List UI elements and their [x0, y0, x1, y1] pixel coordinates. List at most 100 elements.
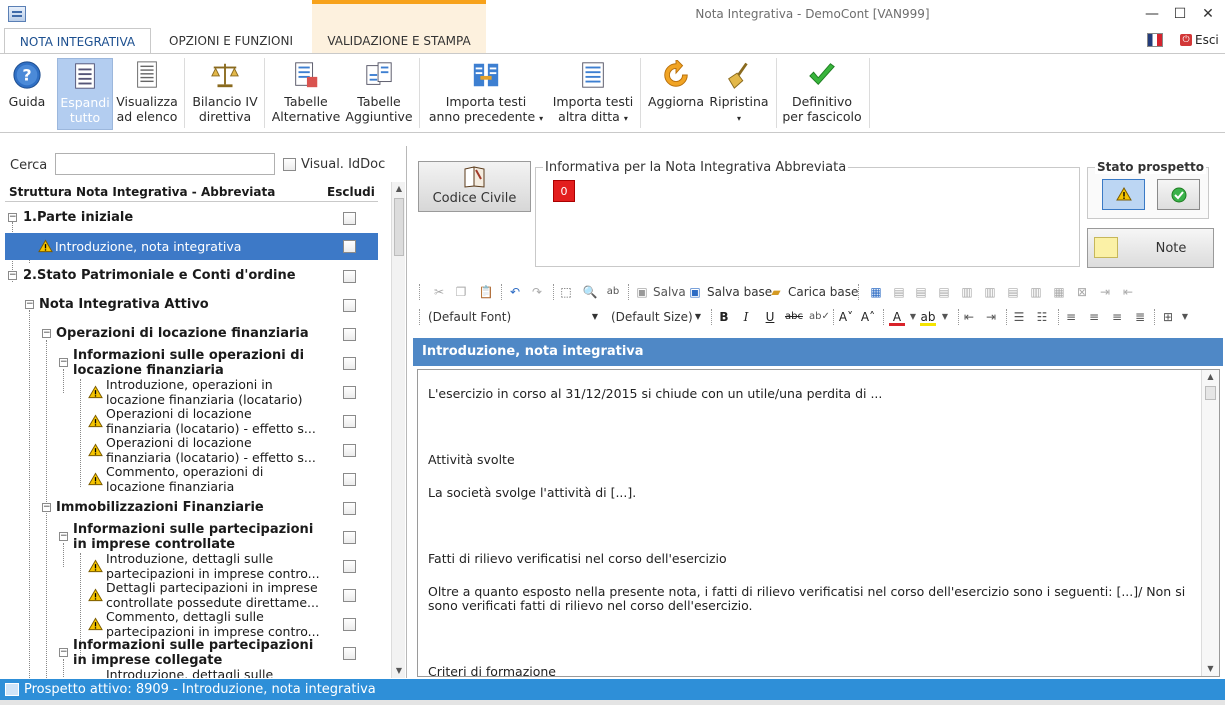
tab-nota-integrativa[interactable]: NOTA INTEGRATIVA [4, 28, 151, 54]
replace-icon[interactable]: ab [605, 284, 621, 300]
informativa-badge[interactable]: 0 [553, 180, 575, 202]
escludi-checkbox[interactable] [343, 328, 356, 341]
size-select[interactable]: (Default Size) ▼ [598, 307, 706, 327]
importa-anno-precedente-button[interactable]: Importa testi anno precedente ▾ [424, 58, 548, 130]
insert-row-below-icon[interactable]: ▤ [936, 284, 952, 300]
split-cells-icon[interactable]: ⇥ [1097, 284, 1113, 300]
align-left-icon[interactable]: ≡ [1063, 309, 1079, 325]
bold-icon[interactable]: B [716, 309, 732, 325]
tabelle-alternative-button[interactable]: Tabelle Alternative [270, 58, 342, 130]
font-color-icon[interactable]: A [889, 309, 905, 326]
editor-scrollbar[interactable]: ▲ ▼ [1201, 370, 1219, 676]
minimize-button[interactable]: — [1141, 4, 1163, 24]
justify-icon[interactable]: ≣ [1132, 309, 1148, 325]
table-props-icon[interactable]: ▤ [891, 284, 907, 300]
borders-icon[interactable]: ⊞ [1160, 309, 1176, 325]
collapse-icon[interactable]: − [8, 213, 17, 222]
stato-warning-button[interactable] [1102, 179, 1145, 210]
merge-cells-icon[interactable]: ▦ [1051, 284, 1067, 300]
search-input[interactable] [55, 153, 275, 175]
folder-open-icon[interactable]: ▰ [768, 284, 784, 300]
delete-row-icon[interactable]: ▤ [1005, 284, 1021, 300]
bullet-list-icon[interactable]: ☰ [1011, 309, 1027, 325]
select-all-icon[interactable]: ⬚ [558, 284, 574, 300]
shrink-font-icon[interactable]: A˅ [838, 309, 854, 325]
collapse-icon[interactable]: − [42, 329, 51, 338]
tree-node[interactable]: Commento, dettagli sulle partecipazioni … [5, 609, 378, 639]
tree-node[interactable]: Introduzione, operazioni in locazione fi… [5, 377, 378, 407]
delete-table-icon[interactable]: ⊠ [1074, 284, 1090, 300]
definitivo-fascicolo-button[interactable]: Definitivo per fascicolo [780, 58, 864, 130]
codice-civile-button[interactable]: Codice Civile [418, 161, 531, 212]
escludi-checkbox[interactable] [343, 560, 356, 573]
aggiorna-button[interactable]: Aggiorna [645, 58, 707, 130]
escludi-checkbox[interactable] [343, 531, 356, 544]
outdent-icon[interactable]: ⇤ [961, 309, 977, 325]
tree-node[interactable]: Introduzione, dettagli sulle partecipazi… [5, 551, 378, 581]
collapse-icon[interactable]: − [59, 648, 68, 657]
scroll-up-icon[interactable]: ▲ [392, 182, 406, 196]
collapse-icon[interactable]: − [59, 532, 68, 541]
rich-text-editor[interactable]: L'esercizio in corso al 31/12/2015 si ch… [417, 369, 1220, 677]
escludi-checkbox[interactable] [343, 618, 356, 631]
save-base-icon[interactable]: ▣ [687, 284, 703, 300]
scroll-thumb[interactable] [394, 198, 404, 256]
importa-altra-ditta-button[interactable]: Importa testi altra ditta ▾ [549, 58, 637, 130]
tree-node[interactable]: Commento, operazioni di locazione finanz… [5, 464, 378, 494]
cut-icon[interactable]: ✂ [431, 284, 447, 300]
stato-ok-button[interactable] [1157, 179, 1200, 210]
collapse-icon[interactable]: − [59, 358, 68, 367]
delete-col-icon[interactable]: ▥ [1028, 284, 1044, 300]
copy-icon[interactable]: ❐ [453, 284, 469, 300]
tree-node[interactable]: Dettagli partecipazioni in imprese contr… [5, 580, 378, 610]
tree-node[interactable]: − Immobilizzazioni Finanziarie [5, 493, 378, 522]
esci-button[interactable]: Esci [1195, 33, 1219, 47]
tree-node[interactable]: − Informazioni sulle partecipazioni in i… [5, 522, 378, 552]
language-flag-icon[interactable] [1147, 33, 1163, 47]
indent-icon[interactable]: ⇥ [983, 309, 999, 325]
tree-scrollbar[interactable]: ▲ ▼ [391, 182, 405, 678]
escludi-checkbox[interactable] [343, 386, 356, 399]
scroll-thumb[interactable] [1205, 386, 1216, 400]
tree-node[interactable]: − Operazioni di locazione finanziaria [5, 319, 378, 348]
ripristina-button[interactable]: Ripristina ▾ [708, 58, 770, 130]
chevron-down-icon[interactable]: ▼ [937, 309, 953, 325]
tree-node[interactable]: Operazioni di locazione finanziaria (loc… [5, 406, 378, 436]
escludi-checkbox[interactable] [343, 473, 356, 486]
escludi-checkbox[interactable] [343, 589, 356, 602]
maximize-button[interactable]: ☐ [1169, 4, 1191, 24]
escludi-checkbox[interactable] [343, 240, 356, 253]
align-center-icon[interactable]: ≡ [1086, 309, 1102, 325]
insert-table-icon[interactable]: ▦ [868, 284, 884, 300]
collapse-icon[interactable]: − [25, 300, 34, 309]
tree-node[interactable]: − Nota Integrativa Attivo [5, 290, 378, 319]
tree-node[interactable]: − Informazioni sulle operazioni di locaz… [5, 348, 378, 378]
tab-validazione-stampa[interactable]: VALIDAZIONE E STAMPA [312, 28, 486, 54]
salva-button[interactable]: Salva [653, 283, 686, 301]
spellcheck-icon[interactable]: ab✓ [809, 309, 830, 325]
power-icon[interactable]: ⏻ [1180, 34, 1192, 46]
escludi-checkbox[interactable] [343, 415, 356, 428]
tree-node[interactable]: Introduzione, nota integrativa [5, 233, 378, 260]
escludi-checkbox[interactable] [343, 647, 356, 660]
close-button[interactable]: ✕ [1197, 4, 1219, 24]
tree-node[interactable]: Introduzione, dettagli sulle [5, 667, 378, 678]
bilancio-iv-direttiva-button[interactable]: Bilancio IV direttiva [190, 58, 260, 130]
grow-font-icon[interactable]: A˄ [860, 309, 876, 325]
undo-icon[interactable]: ↶ [507, 284, 523, 300]
escludi-checkbox[interactable] [343, 212, 356, 225]
insert-col-right-icon[interactable]: ▥ [982, 284, 998, 300]
escludi-checkbox[interactable] [343, 502, 356, 515]
scroll-up-icon[interactable]: ▲ [1202, 370, 1219, 384]
cell-props-icon[interactable]: ⇤ [1120, 284, 1136, 300]
carica-base-button[interactable]: Carica base [788, 283, 858, 301]
salva-base-button[interactable]: Salva base [707, 283, 772, 301]
guida-button[interactable]: ? Guida [4, 58, 50, 130]
escludi-checkbox[interactable] [343, 299, 356, 312]
redo-icon[interactable]: ↷ [529, 284, 545, 300]
collapse-icon[interactable]: − [8, 271, 17, 280]
espandi-tutto-button[interactable]: Espandi tutto [57, 58, 113, 130]
collapse-icon[interactable]: − [42, 503, 51, 512]
tabelle-aggiuntive-button[interactable]: Tabelle Aggiuntive [344, 58, 414, 130]
note-button[interactable]: Note [1087, 228, 1214, 268]
